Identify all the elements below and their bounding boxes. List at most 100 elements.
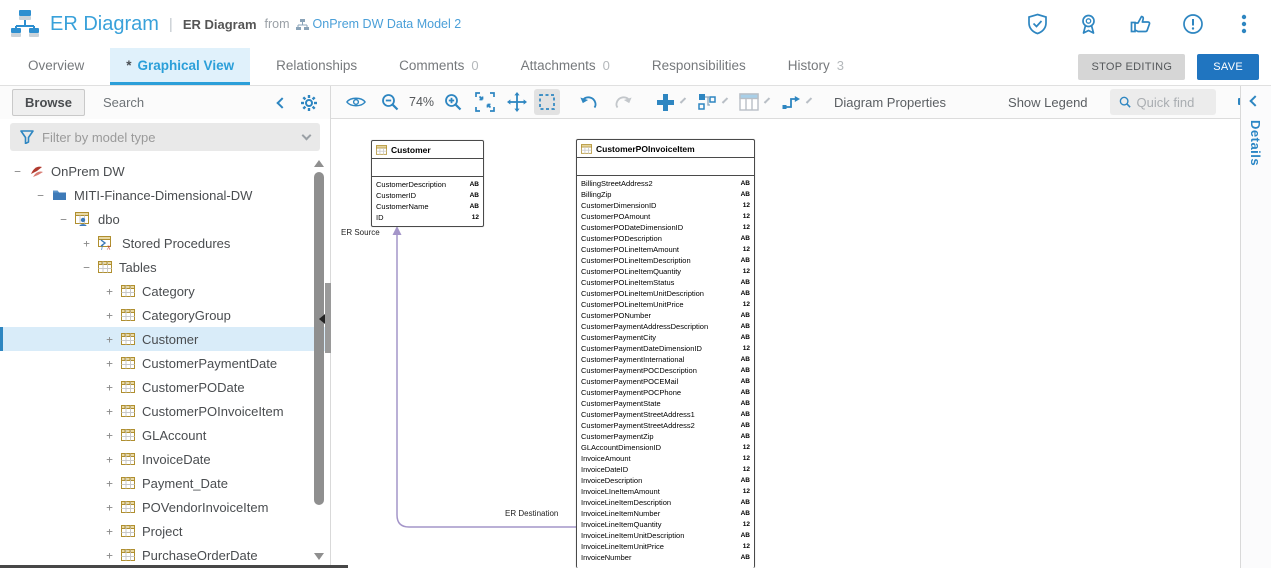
entity-customer-po-invoice-item[interactable]: CustomerPOInvoiceItem BillingStreetAddre… — [576, 139, 755, 568]
expand-icon[interactable]: + — [104, 310, 115, 321]
tab-attachments[interactable]: Attachments0 — [505, 48, 626, 85]
entity-field[interactable]: InvoiceLineItemQuantity12 — [577, 519, 754, 530]
entity-field[interactable]: InvoiceLineItemUnitDescriptionAB — [577, 530, 754, 541]
pan-icon[interactable] — [504, 89, 530, 115]
expand-icon[interactable]: + — [104, 502, 115, 513]
entity-field[interactable]: InvoiceLineItemDescriptionAB — [577, 497, 754, 508]
entity-field[interactable]: CustomerPOAmount12 — [577, 211, 754, 222]
entity-field[interactable]: BillingZipAB — [577, 189, 754, 200]
expand-icon[interactable]: + — [104, 286, 115, 297]
entity-field[interactable]: CustomerDescriptionAB — [372, 179, 483, 190]
entity-field[interactable]: CustomerPaymentDateDimensionID12 — [577, 343, 754, 354]
tree-item-stored-procedures[interactable]: +xfStored Procedures — [0, 231, 330, 255]
expand-icon[interactable]: + — [81, 238, 92, 249]
collapse-icon[interactable]: − — [35, 190, 46, 201]
entity-field[interactable]: CustomerPONumberAB — [577, 310, 754, 321]
relationship-dropdown-chevron-icon[interactable] — [806, 97, 812, 103]
expand-icon[interactable]: + — [104, 550, 115, 561]
diagram-canvas[interactable]: ER Source ER Destination Customer Custom… — [331, 119, 1240, 568]
expand-icon[interactable]: + — [104, 478, 115, 489]
kebab-menu-icon[interactable] — [1231, 11, 1257, 37]
expand-icon[interactable]: + — [104, 358, 115, 369]
entity-field[interactable]: CustomerDimensionID12 — [577, 200, 754, 211]
tree-item-categorygroup[interactable]: +CategoryGroup — [0, 303, 330, 327]
entity-field[interactable]: CustomerPaymentPOCDescriptionAB — [577, 365, 754, 376]
filter-model-type-select[interactable]: Filter by model type — [10, 123, 320, 151]
entity-field[interactable]: CustomerPaymentStreetAddress2AB — [577, 420, 754, 431]
search-tab-button[interactable]: Search — [103, 95, 144, 110]
tree-item-povendorinvoiceitem[interactable]: +POVendorInvoiceItem — [0, 495, 330, 519]
entity-field[interactable]: CustomerPOLineItemQuantity12 — [577, 266, 754, 277]
collapse-icon[interactable]: − — [12, 166, 23, 177]
tree-item-invoicedate[interactable]: +InvoiceDate — [0, 447, 330, 471]
expand-icon[interactable]: + — [104, 430, 115, 441]
diagram-properties-button[interactable]: Diagram Properties — [834, 95, 946, 110]
quick-find-input[interactable] — [1137, 95, 1207, 110]
entity-field[interactable]: InvoiceAmount12 — [577, 453, 754, 464]
entity-field[interactable]: GLAccountDimensionID12 — [577, 442, 754, 453]
entity-field[interactable]: CustomerNameAB — [372, 201, 483, 212]
expand-details-icon[interactable] — [1249, 95, 1260, 106]
entity-field[interactable]: CustomerPaymentAddressDescriptionAB — [577, 321, 754, 332]
tree-item-payment-date[interactable]: +Payment_Date — [0, 471, 330, 495]
tree-item-dbo[interactable]: −dbo — [0, 207, 330, 231]
entity-field[interactable]: CustomerPOLineItemDescriptionAB — [577, 255, 754, 266]
tab-responsibilities[interactable]: Responsibilities — [636, 48, 762, 85]
entity-field[interactable]: BillingStreetAddress2AB — [577, 178, 754, 189]
browse-tab-button[interactable]: Browse — [12, 89, 85, 116]
entity-field[interactable]: CustomerPaymentStateAB — [577, 398, 754, 409]
tree-item-category[interactable]: +Category — [0, 279, 330, 303]
layout-dropdown-chevron-icon[interactable] — [722, 97, 728, 103]
scroll-up-arrow[interactable] — [314, 160, 324, 167]
alert-icon[interactable] — [1179, 11, 1207, 37]
entity-field[interactable]: CustomerPOLineItemUnitDescriptionAB — [577, 288, 754, 299]
tree-scrollbar[interactable] — [314, 160, 324, 560]
expand-icon[interactable]: + — [104, 454, 115, 465]
eye-icon[interactable] — [343, 89, 369, 115]
collapse-icon[interactable]: − — [81, 262, 92, 273]
entity-field[interactable]: InvoiceNumberAB — [577, 552, 754, 563]
shield-check-icon[interactable] — [1024, 11, 1051, 37]
entity-field[interactable]: InvoiceDescriptionAB — [577, 475, 754, 486]
entity-field[interactable]: CustomerPaymentInternationalAB — [577, 354, 754, 365]
entity-field[interactable]: CustomerPOLineItemUnitPrice12 — [577, 299, 754, 310]
details-panel-label[interactable]: Details — [1248, 120, 1263, 166]
entity-field[interactable]: CustomerPaymentZipAB — [577, 431, 754, 442]
thumbs-up-icon[interactable] — [1126, 11, 1155, 37]
entity-field[interactable]: CustomerPODateDimensionID12 — [577, 222, 754, 233]
scroll-thumb[interactable] — [314, 172, 324, 505]
entity-field[interactable]: CustomerPaymentPOCPhoneAB — [577, 387, 754, 398]
collapse-sidebar-icon[interactable] — [276, 97, 287, 108]
table-tool-icon[interactable] — [736, 89, 762, 115]
tab-overview[interactable]: Overview — [12, 48, 100, 85]
tab-history[interactable]: History3 — [772, 48, 860, 85]
entity-field[interactable]: CustomerPaymentStreetAddress1AB — [577, 409, 754, 420]
auto-layout-icon[interactable] — [694, 89, 720, 115]
tree-item-project[interactable]: +Project — [0, 519, 330, 543]
expand-icon[interactable]: + — [104, 526, 115, 537]
marquee-select-icon[interactable] — [534, 89, 560, 115]
save-button[interactable]: SAVE — [1197, 54, 1259, 80]
expand-icon[interactable]: + — [104, 406, 115, 417]
show-legend-button[interactable]: Show Legend — [1008, 95, 1088, 110]
table-dropdown-chevron-icon[interactable] — [764, 97, 770, 103]
stop-editing-button[interactable]: STOP EDITING — [1078, 54, 1185, 80]
tab-comments[interactable]: Comments0 — [383, 48, 495, 85]
expand-icon[interactable]: + — [104, 382, 115, 393]
zoom-out-icon[interactable] — [377, 89, 403, 115]
fit-to-screen-icon[interactable] — [472, 89, 498, 115]
entity-field[interactable]: CustomerPOLineItemAmount12 — [577, 244, 754, 255]
tree-item-miti-finance-dimensional-dw[interactable]: −MITI-Finance-Dimensional-DW — [0, 183, 330, 207]
add-icon[interactable] — [652, 89, 678, 115]
entity-field[interactable]: CustomerPODescriptionAB — [577, 233, 754, 244]
tree-item-glaccount[interactable]: +GLAccount — [0, 423, 330, 447]
entity-field[interactable]: CustomerIDAB — [372, 190, 483, 201]
relationship-tool-icon[interactable] — [778, 89, 804, 115]
tree-item-purchaseorderdate[interactable]: +PurchaseOrderDate — [0, 543, 330, 566]
model-link[interactable]: OnPrem DW Data Model 2 — [296, 17, 462, 31]
tab-relationships[interactable]: Relationships — [260, 48, 373, 85]
tree-item-customerpodate[interactable]: +CustomerPODate — [0, 375, 330, 399]
tree-item-tables[interactable]: −Tables — [0, 255, 330, 279]
entity-field[interactable]: InvoiceDateID12 — [577, 464, 754, 475]
entity-field[interactable]: InvoiceLIneItemAmount12 — [577, 486, 754, 497]
